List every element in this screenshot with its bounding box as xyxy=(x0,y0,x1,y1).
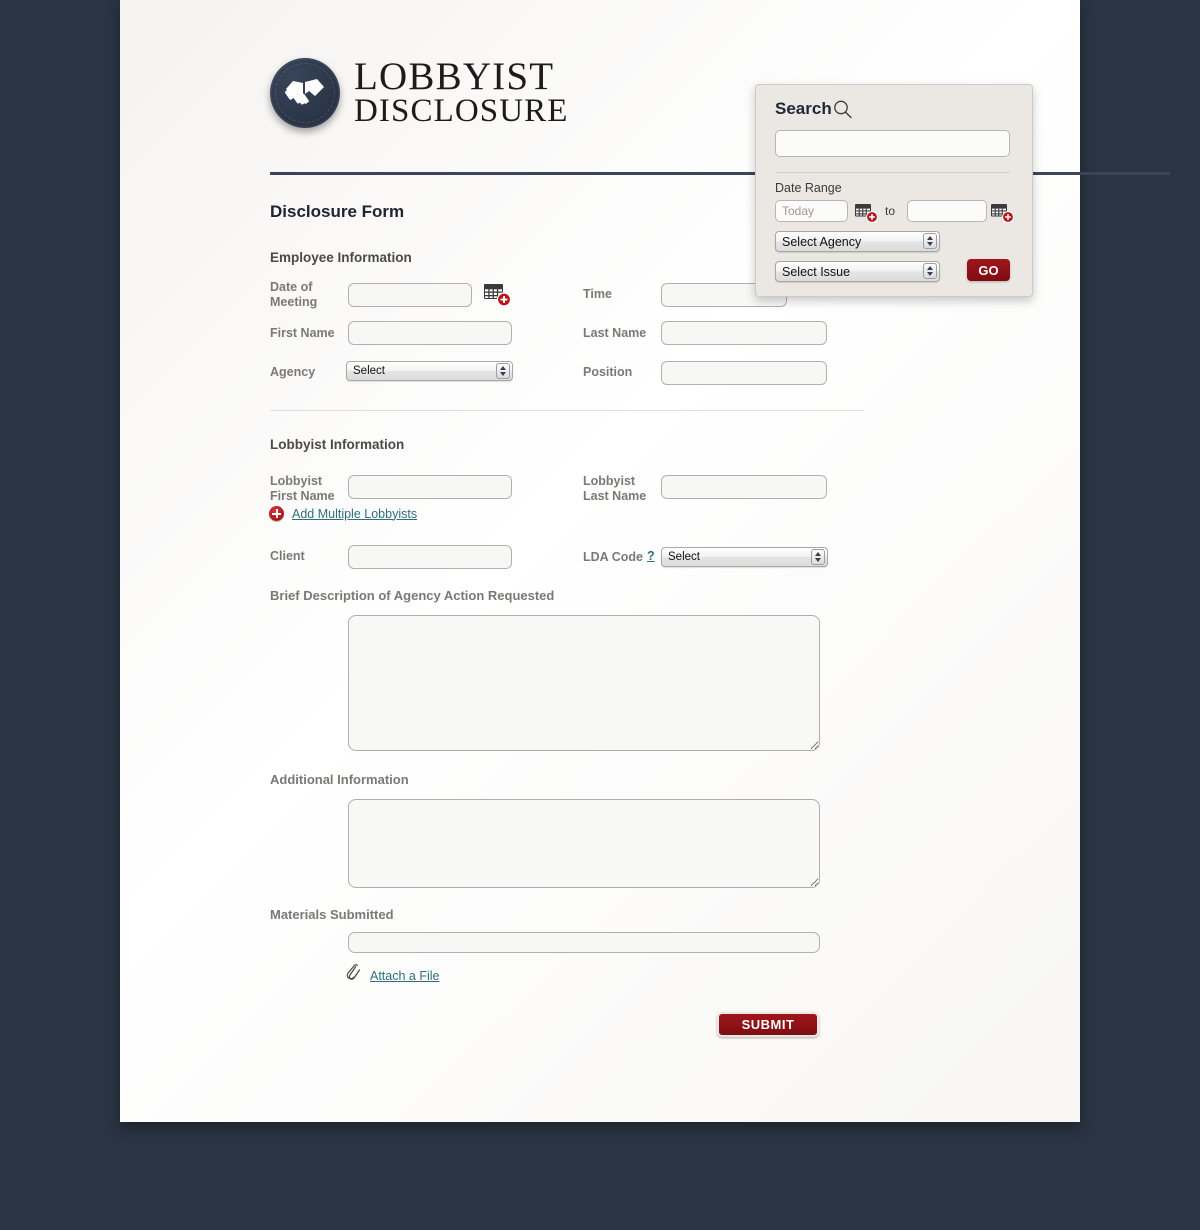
lda-code-help-link[interactable]: ? xyxy=(647,549,655,563)
agency-select[interactable]: Select xyxy=(346,361,513,381)
section-heading-lobbyist: Lobbyist Information xyxy=(270,437,405,452)
submit-button[interactable]: SUBMIT xyxy=(717,1012,819,1037)
label-last-name: Last Name xyxy=(583,326,647,340)
search-issue-select-value: Select Issue xyxy=(782,264,851,279)
label-time: Time xyxy=(583,287,612,301)
date-range-label: Date Range xyxy=(775,181,842,195)
chevron-updown-icon xyxy=(923,263,937,279)
logo-wordmark: LOBBYIST DISCLOSURE xyxy=(354,55,569,129)
first-name-input[interactable] xyxy=(348,321,512,345)
magnifier-icon[interactable] xyxy=(832,99,854,124)
search-input[interactable] xyxy=(775,130,1010,157)
label-agency: Agency xyxy=(270,365,316,379)
page-title: Disclosure Form xyxy=(270,202,405,221)
label-client: Client xyxy=(270,549,305,563)
label-lobbyist-last-name: Lobbyist Last Name xyxy=(583,474,647,503)
logo-line-2: DISCLOSURE xyxy=(354,92,569,129)
app-window: LOBBYIST DISCLOSURE Disclosure Form Empl… xyxy=(0,0,1200,1230)
attach-file-row[interactable]: Attach a File xyxy=(346,964,439,987)
attach-file-link[interactable]: Attach a File xyxy=(370,969,439,983)
search-issue-select[interactable]: Select Issue xyxy=(775,261,940,282)
materials-submitted-input[interactable] xyxy=(348,932,820,953)
plus-circle-icon[interactable] xyxy=(269,506,284,521)
lobbyist-first-name-input[interactable] xyxy=(348,475,512,499)
label-lobbyist-first-name: Lobbyist First Name xyxy=(270,474,335,503)
date-to-input[interactable] xyxy=(907,200,987,222)
date-from-input[interactable] xyxy=(775,200,848,222)
agency-select-value: Select xyxy=(353,365,385,377)
label-materials-submitted: Materials Submitted xyxy=(270,907,394,922)
add-multiple-lobbyists-row[interactable]: Add Multiple Lobbyists xyxy=(269,506,417,521)
calendar-add-icon[interactable] xyxy=(484,283,512,307)
label-position: Position xyxy=(583,365,633,379)
lobbyist-last-name-input[interactable] xyxy=(661,475,827,499)
handshake-icon xyxy=(270,58,340,128)
additional-information-textarea[interactable] xyxy=(348,799,820,888)
site-logo[interactable]: LOBBYIST DISCLOSURE xyxy=(270,55,569,129)
search-go-button[interactable]: GO xyxy=(967,259,1010,281)
position-input[interactable] xyxy=(661,361,827,385)
header-divider xyxy=(270,172,1170,175)
label-lda-code: LDA Code xyxy=(583,550,643,564)
label-brief-description: Brief Description of Agency Action Reque… xyxy=(270,588,555,603)
paperclip-icon[interactable] xyxy=(346,964,362,987)
calendar-add-icon-from[interactable] xyxy=(855,203,879,228)
calendar-add-icon-to[interactable] xyxy=(991,203,1015,228)
date-of-meeting-input[interactable] xyxy=(348,283,472,307)
date-range-to-label: to xyxy=(885,204,896,218)
lda-code-select-value: Select xyxy=(668,551,700,563)
label-additional-information: Additional Information xyxy=(270,772,409,787)
section-heading-employee: Employee Information xyxy=(270,250,412,265)
search-agency-select-value: Select Agency xyxy=(782,234,862,249)
add-multiple-lobbyists-link[interactable]: Add Multiple Lobbyists xyxy=(292,507,417,521)
last-name-input[interactable] xyxy=(661,321,827,345)
section-divider xyxy=(270,410,864,411)
chevron-updown-icon xyxy=(496,363,510,379)
label-date-of-meeting: Date of Meeting xyxy=(270,280,318,309)
chevron-updown-icon xyxy=(811,549,825,565)
logo-line-1: LOBBYIST xyxy=(354,55,555,99)
chevron-updown-icon xyxy=(923,233,937,249)
label-first-name: First Name xyxy=(270,326,335,340)
client-input[interactable] xyxy=(348,545,512,569)
search-panel-divider xyxy=(775,172,1010,173)
search-agency-select[interactable]: Select Agency xyxy=(775,231,940,252)
search-panel-title: Search xyxy=(775,99,832,118)
lda-code-select[interactable]: Select xyxy=(661,547,828,567)
brief-description-textarea[interactable] xyxy=(348,615,820,751)
